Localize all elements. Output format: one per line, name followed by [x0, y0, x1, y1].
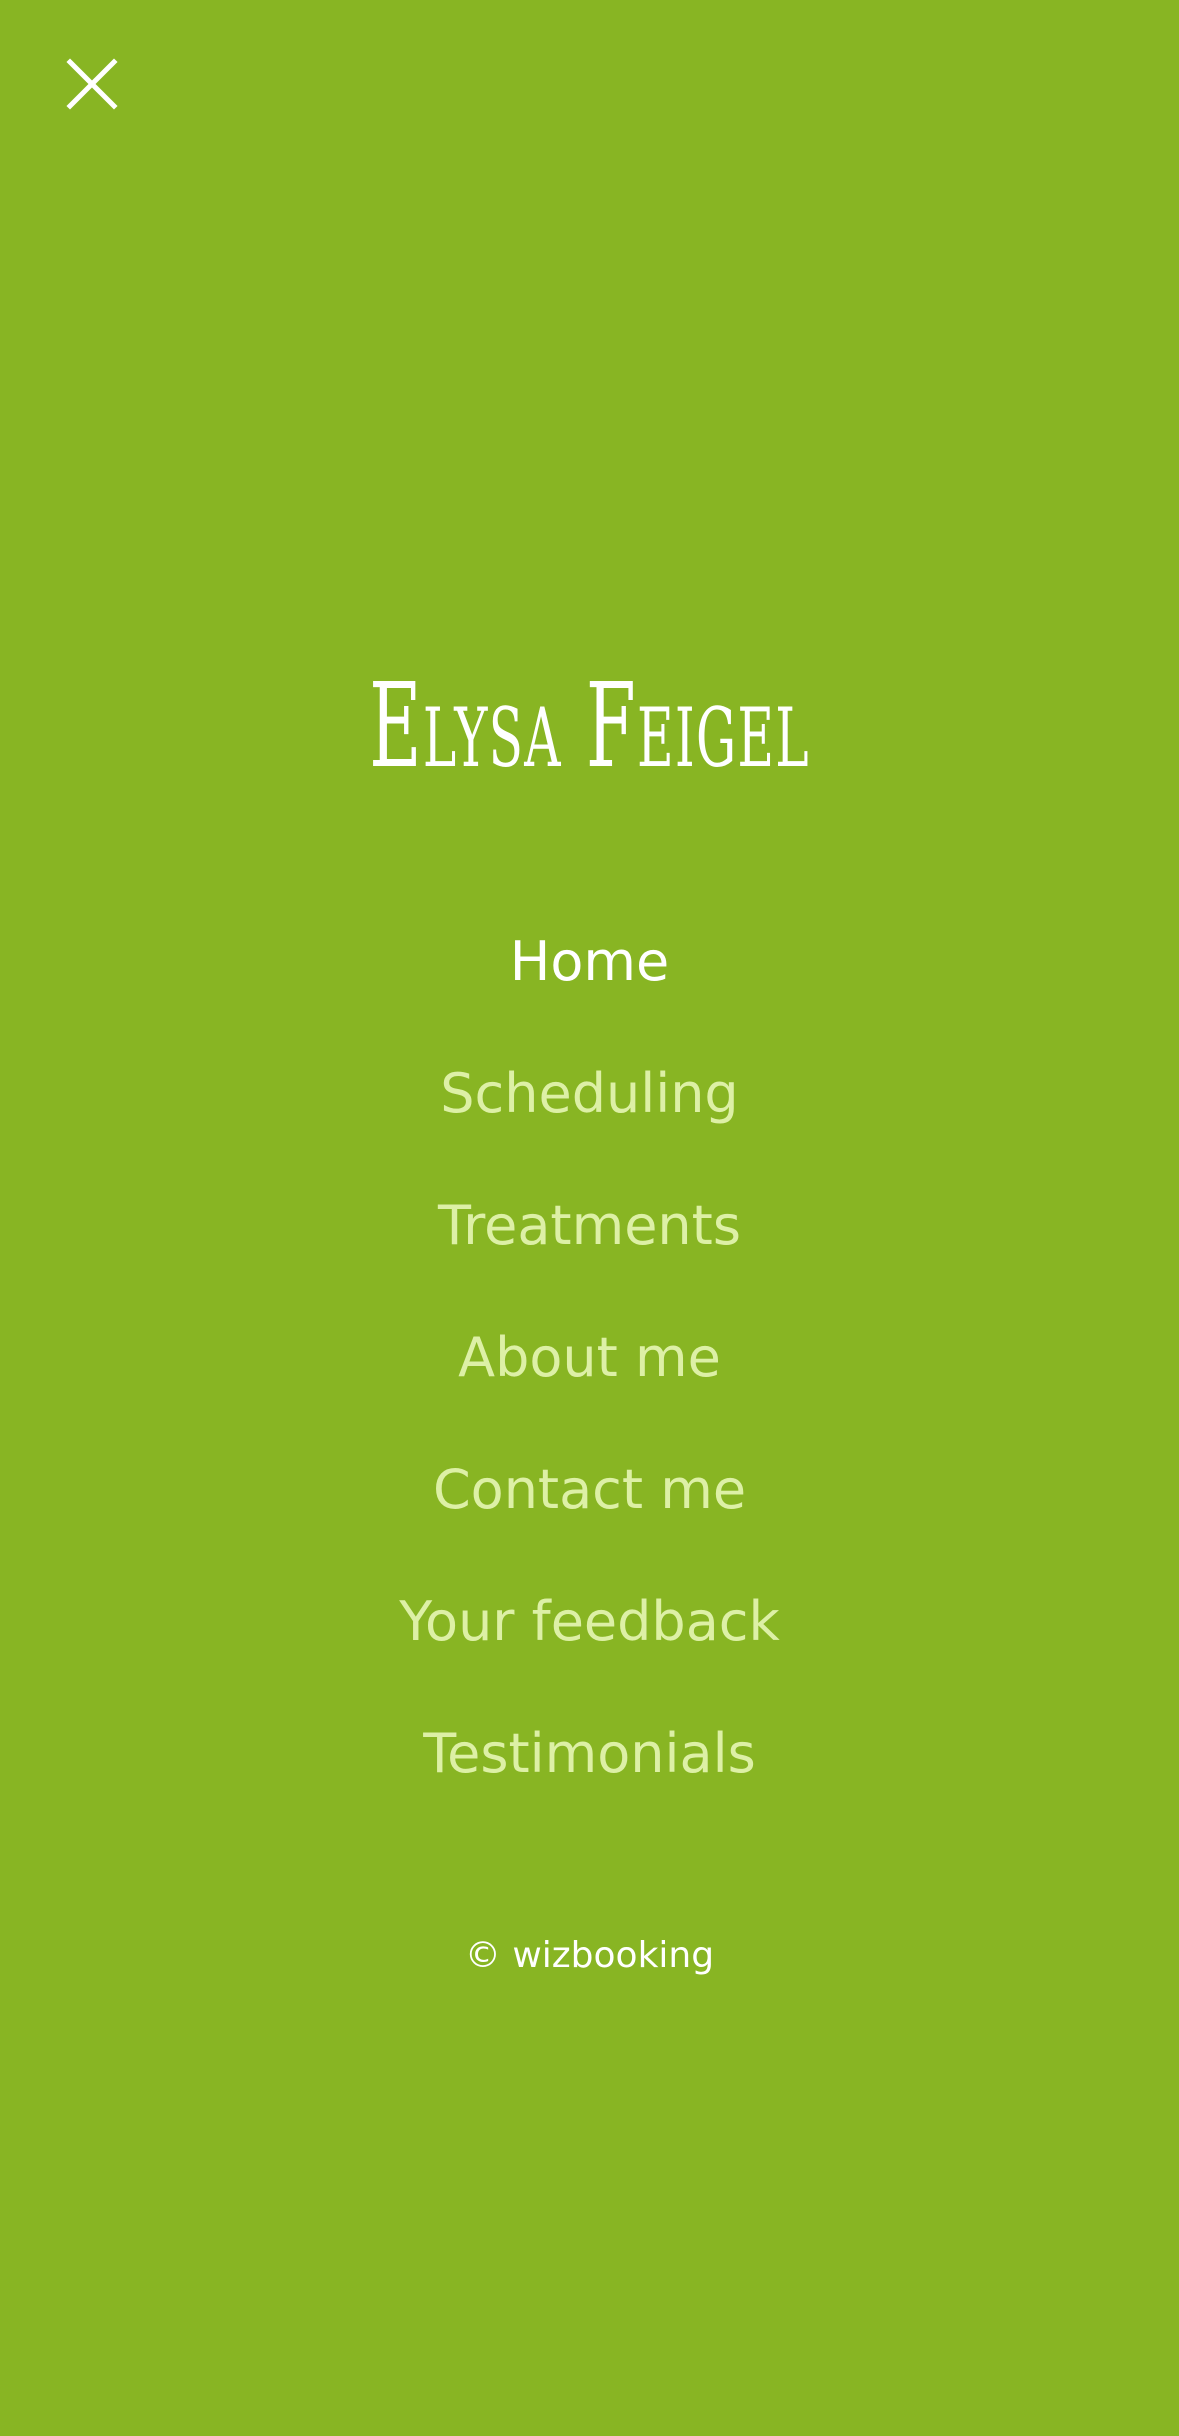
- nav-link-home[interactable]: Home: [510, 935, 669, 989]
- nav-item-treatments: Treatments: [0, 1160, 1179, 1292]
- nav-item-scheduling: Scheduling: [0, 1028, 1179, 1160]
- copyright-link[interactable]: © wizbooking: [0, 1926, 1179, 1986]
- nav-link-scheduling[interactable]: Scheduling: [440, 1067, 738, 1121]
- nav-item-testimonials: Testimonials: [0, 1688, 1179, 1820]
- nav-item-about-me: About me: [0, 1292, 1179, 1424]
- main-navigation: Home Scheduling Treatments About me Cont…: [0, 896, 1179, 1820]
- close-icon: [60, 52, 124, 116]
- nav-link-treatments[interactable]: Treatments: [438, 1199, 741, 1253]
- nav-item-home: Home: [0, 896, 1179, 1028]
- nav-item-contact-me: Contact me: [0, 1424, 1179, 1556]
- nav-link-testimonials[interactable]: Testimonials: [423, 1727, 755, 1781]
- nav-link-your-feedback[interactable]: Your feedback: [399, 1595, 780, 1649]
- nav-link-contact-me[interactable]: Contact me: [433, 1463, 746, 1517]
- close-menu-button[interactable]: [60, 52, 124, 116]
- brand-title[interactable]: Elysa Feigel: [224, 652, 955, 802]
- nav-link-about-me[interactable]: About me: [458, 1331, 721, 1385]
- nav-item-your-feedback: Your feedback: [0, 1556, 1179, 1688]
